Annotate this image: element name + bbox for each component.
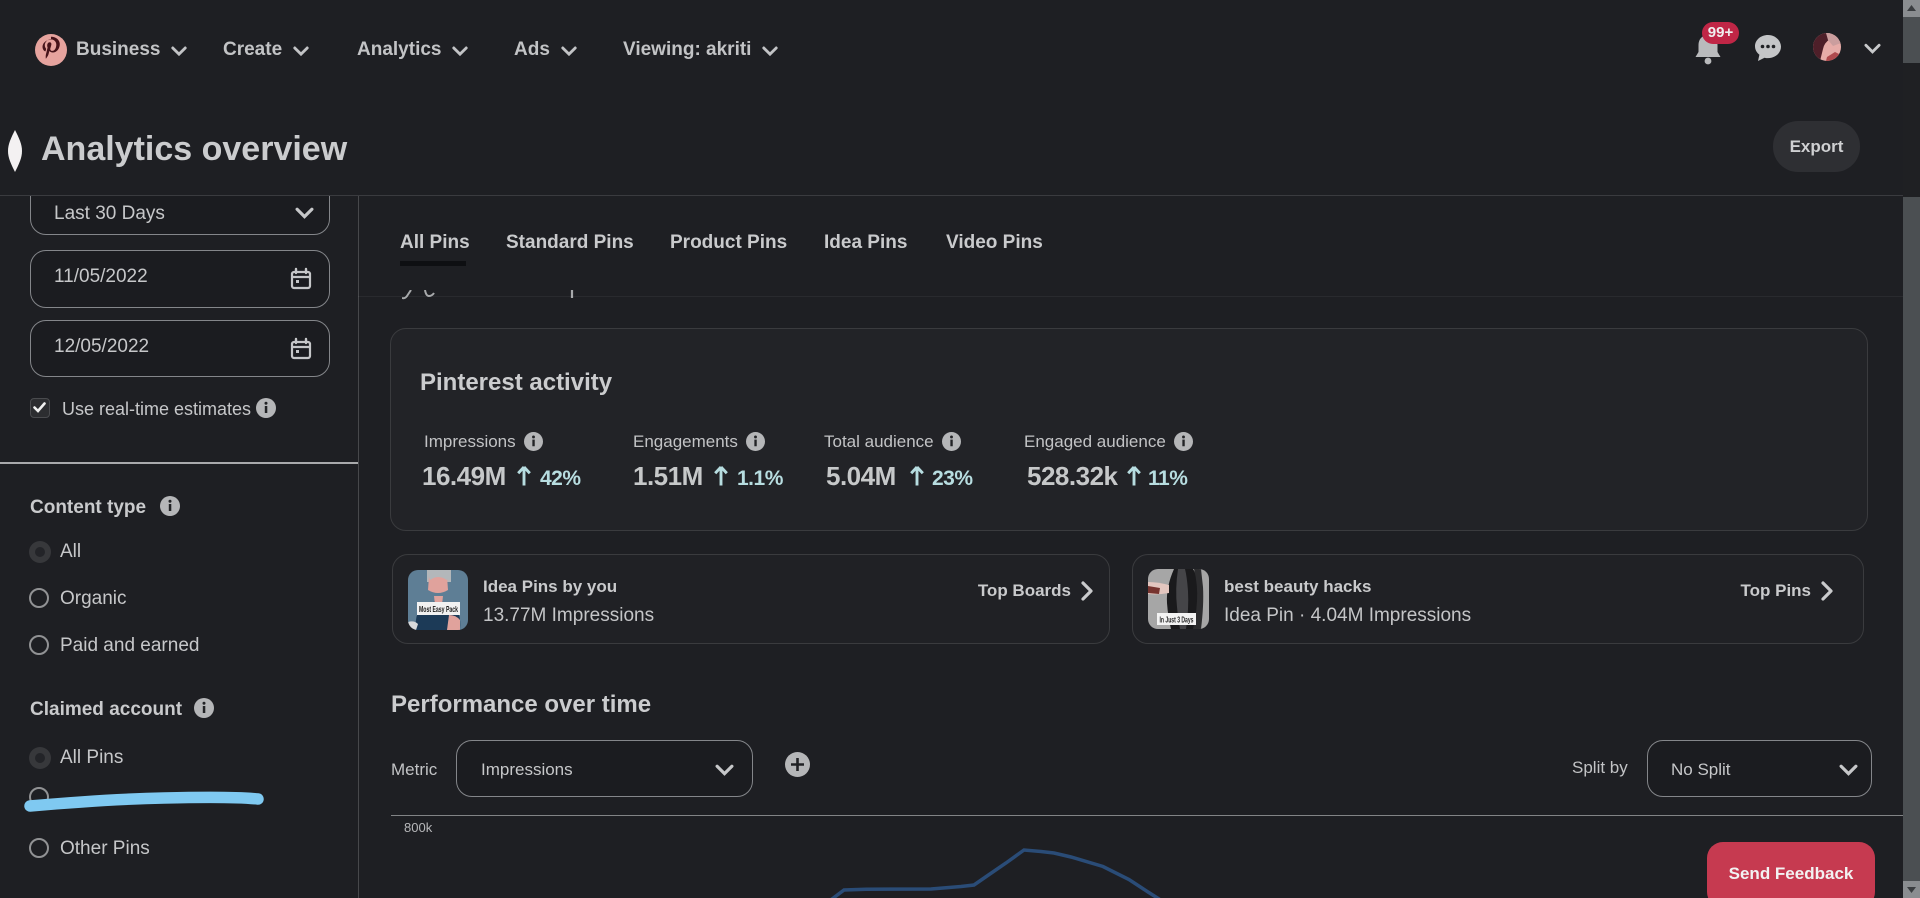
svg-text:Most Easy Pack: Most Easy Pack xyxy=(419,604,458,614)
svg-text:In Just 3 Days: In Just 3 Days xyxy=(1160,616,1194,625)
